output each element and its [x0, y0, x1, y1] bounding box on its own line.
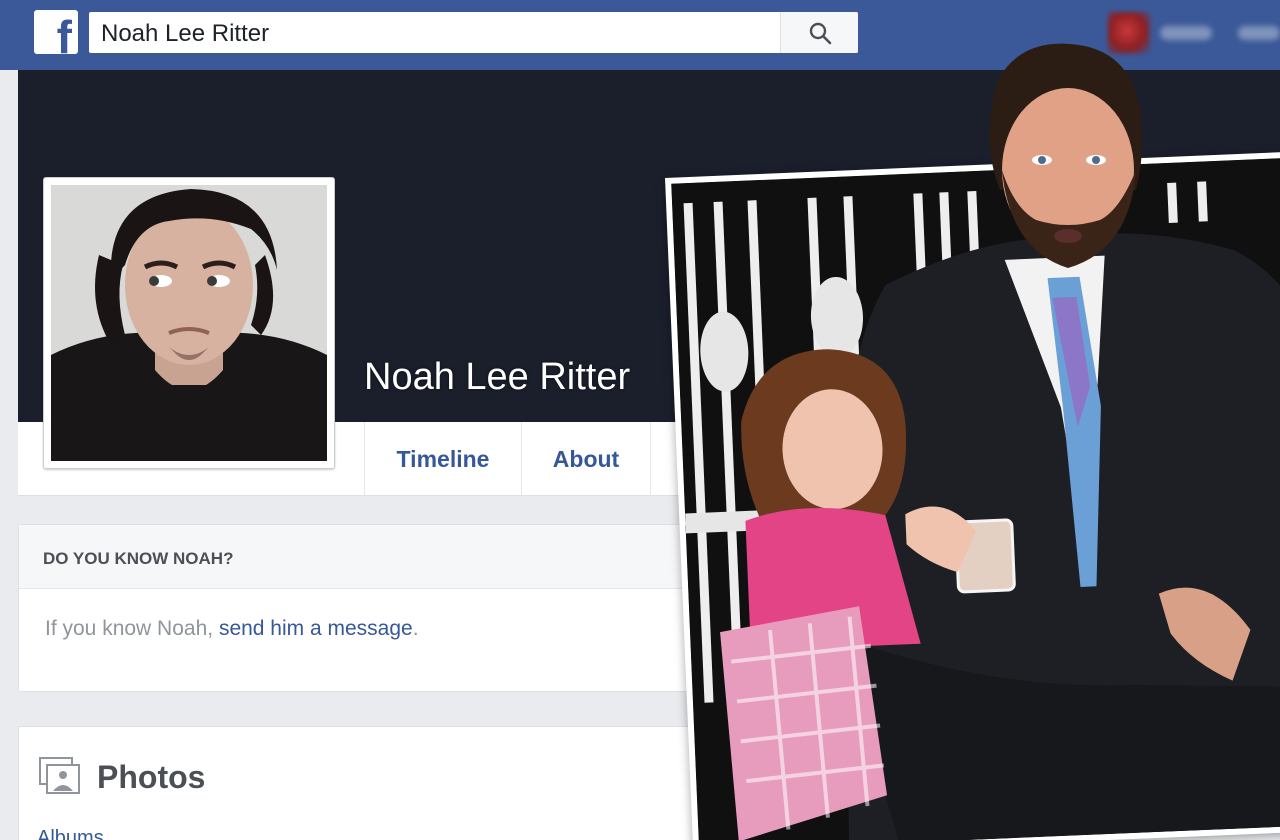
photos-card: Photos Albums — [18, 726, 718, 840]
profile-picture — [51, 185, 327, 461]
card-text-end: . — [412, 617, 419, 640]
tab-timeline[interactable]: Timeline — [364, 422, 521, 496]
card-heading: DO YOU KNOW NOAH? — [19, 525, 717, 589]
card-text: If you know Noah, — [45, 617, 219, 640]
tab-about[interactable]: About — [521, 422, 651, 496]
profile-picture-frame[interactable] — [43, 177, 335, 469]
send-message-link[interactable]: send him a message — [219, 617, 413, 640]
overlay-photo-overhang — [989, 43, 1143, 268]
nav-user-link[interactable] — [1160, 26, 1212, 40]
page-left-gutter — [0, 70, 18, 840]
albums-link[interactable]: Albums — [37, 827, 104, 840]
search-input[interactable]: Noah Lee Ritter — [101, 20, 269, 48]
search-icon — [809, 22, 832, 45]
search-button[interactable] — [780, 12, 858, 53]
do-you-know-card: DO YOU KNOW NOAH? If you know Noah, send… — [18, 524, 718, 692]
photos-title[interactable]: Photos — [97, 759, 205, 796]
nav-home-link[interactable] — [1238, 26, 1280, 40]
photos-icon — [39, 757, 80, 794]
card-body: If you know Noah, send him a message. — [19, 589, 717, 641]
profile-name[interactable]: Noah Lee Ritter — [364, 356, 630, 399]
facebook-logo-icon[interactable]: f — [34, 10, 78, 54]
search-field[interactable]: Noah Lee Ritter — [89, 12, 858, 53]
